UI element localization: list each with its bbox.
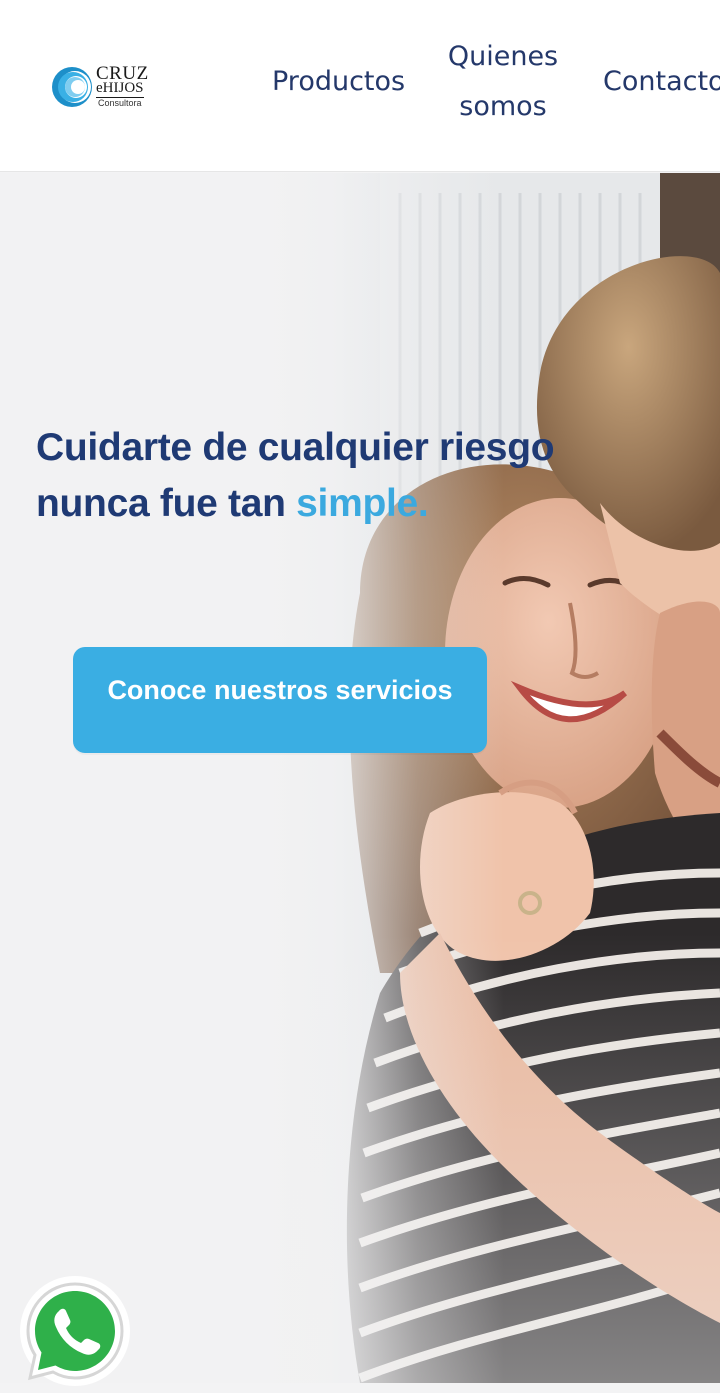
nav-link-contacto[interactable]: Contacto	[603, 57, 720, 107]
site-header: CRUZ eHIJOS Consultora Productos Quienes…	[0, 0, 720, 172]
nav-link-quienes-line-2: somos	[459, 91, 547, 122]
hero-section: Cuidarte de cualquier riesgo nunca fue t…	[0, 173, 720, 1383]
hero-headline-line-1: Cuidarte de cualquier riesgo	[36, 426, 555, 469]
logo-word-ehijos: eHIJOS	[96, 80, 144, 98]
nav-link-quienes-line-1: Quienes	[447, 41, 559, 72]
hero-headline-accent: simple.	[296, 482, 429, 525]
whatsapp-icon	[20, 1276, 130, 1386]
hero-headline: Cuidarte de cualquier riesgo nunca fue t…	[36, 420, 596, 532]
hero-headline-line-2: nunca fue tan	[36, 482, 297, 525]
swirl-logo-icon	[52, 67, 92, 107]
nav-link-quienes-somos[interactable]: Quienes somos	[444, 32, 562, 132]
brand-logo[interactable]: CRUZ eHIJOS Consultora	[50, 62, 160, 112]
logo-word-consultora: Consultora	[98, 98, 142, 108]
nav-link-productos[interactable]: Productos	[272, 57, 405, 107]
cta-services-button[interactable]: Conoce nuestros servicios	[73, 647, 487, 753]
whatsapp-button[interactable]	[18, 1274, 132, 1388]
